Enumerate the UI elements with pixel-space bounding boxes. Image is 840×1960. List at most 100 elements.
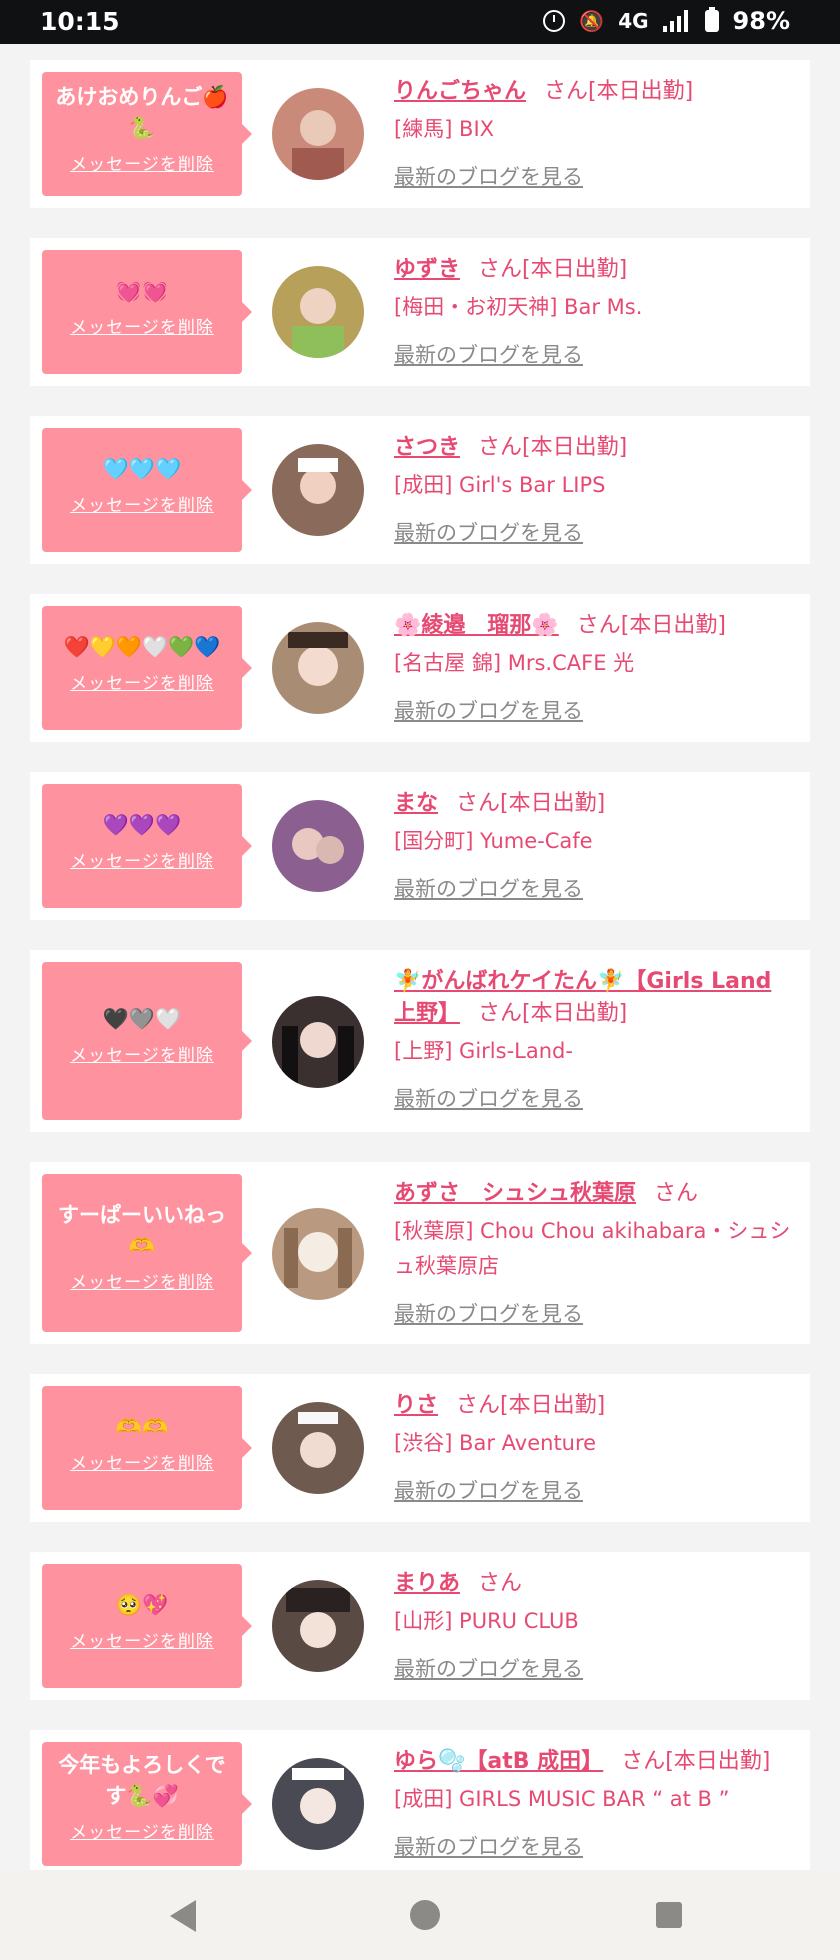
profile-name-link[interactable]: りさ — [394, 1393, 438, 1418]
network-type: 4G — [618, 9, 649, 33]
status-text: さん[本日出勤] — [621, 1749, 771, 1774]
message-text: 💜💜💜 — [102, 813, 182, 837]
avatar[interactable] — [272, 800, 364, 892]
avatar[interactable] — [272, 622, 364, 714]
shop-name: [成田] Girl's Bar LIPS — [394, 473, 606, 497]
message-text: すーぱーいいねっ🫶 — [58, 1203, 226, 1258]
message-bubble: 🥺💖 メッセージを削除 — [42, 1564, 252, 1688]
delete-message-link[interactable]: メッセージを削除 — [42, 1268, 242, 1293]
profile-info: りさ さん[本日出勤] [渋谷] Bar Aventure 最新のブログを見る — [394, 1390, 794, 1505]
message-text: 🖤🩶🤍 — [102, 1007, 182, 1031]
latest-blog-link[interactable]: 最新のブログを見る — [394, 1298, 794, 1328]
status-time: 10:15 — [40, 7, 120, 36]
profile-name-link[interactable]: ゆずき — [394, 257, 460, 282]
message-text: 💓💓 — [115, 279, 169, 303]
latest-blog-link[interactable]: 最新のブログを見る — [394, 161, 794, 191]
vibrate-off-icon: 🔕 — [579, 9, 605, 33]
message-bubble: 💜💜💜 メッセージを削除 — [42, 784, 252, 908]
navigation-bar — [0, 1870, 840, 1960]
status-text: さん[本日出勤] — [544, 79, 694, 104]
status-text: さん[本日出勤] — [478, 257, 628, 282]
profile-info: 🧚がんばれケイたん🧚【Girls Land 上野】 さん[本日出勤] [上野] G… — [394, 966, 794, 1113]
message-list[interactable]: あけおめりんご🍎🐍 メッセージを削除 りんごちゃん さん[本日出勤] [練馬] B… — [0, 44, 840, 1870]
shop-name: [練馬] BIX — [394, 117, 495, 141]
status-text: さん — [478, 1571, 523, 1596]
delete-message-link[interactable]: メッセージを削除 — [42, 150, 242, 175]
message-text: 🩵🩵🩵 — [102, 457, 182, 481]
latest-blog-link[interactable]: 最新のブログを見る — [394, 873, 794, 903]
message-text: 🥺💖 — [115, 1593, 169, 1617]
message-text: あけおめりんご🍎🐍 — [55, 85, 229, 140]
message-card: あけおめりんご🍎🐍 メッセージを削除 りんごちゃん さん[本日出勤] [練馬] B… — [30, 60, 810, 208]
message-card: ❤️💛🧡🤍💚💙 メッセージを削除 🌸綾邉 瑠那🌸 さん[本日出勤] [名古屋 錦]… — [30, 594, 810, 742]
shop-name: [渋谷] Bar Aventure — [394, 1431, 597, 1455]
battery-icon — [704, 7, 719, 32]
latest-blog-link[interactable]: 最新のブログを見る — [394, 1083, 794, 1113]
status-text: さん[本日出勤] — [456, 791, 606, 816]
delete-message-link[interactable]: メッセージを削除 — [42, 669, 242, 694]
message-card: 🫶🫶 メッセージを削除 りさ さん[本日出勤] [渋谷] Bar Aventure… — [30, 1374, 810, 1522]
profile-name-link[interactable]: さつき — [394, 435, 460, 460]
message-bubble: 🫶🫶 メッセージを削除 — [42, 1386, 252, 1510]
profile-info: ゆずき さん[本日出勤] [梅田・お初天神] Bar Ms. 最新のブログを見る — [394, 254, 794, 369]
message-bubble: 🖤🩶🤍 メッセージを削除 — [42, 962, 252, 1120]
profile-name-link[interactable]: まりあ — [394, 1571, 460, 1596]
avatar[interactable] — [272, 996, 364, 1088]
avatar[interactable] — [272, 1402, 364, 1494]
status-icons: 🔕 4G 98% — [543, 7, 790, 35]
message-card: 💜💜💜 メッセージを削除 まな さん[本日出勤] [国分町] Yume-Cafe … — [30, 772, 810, 920]
shop-name: [秋葉原] Chou Chou akihabara・シュシュ秋葉原店 — [394, 1219, 791, 1278]
latest-blog-link[interactable]: 最新のブログを見る — [394, 1831, 794, 1861]
delete-message-link[interactable]: メッセージを削除 — [42, 313, 242, 338]
profile-info: まな さん[本日出勤] [国分町] Yume-Cafe 最新のブログを見る — [394, 788, 794, 903]
message-bubble: 今年もよろしくです🐍💞 メッセージを削除 — [42, 1742, 252, 1866]
signal-icon — [662, 10, 691, 32]
shop-name: [山形] PURU CLUB — [394, 1609, 579, 1633]
avatar[interactable] — [272, 444, 364, 536]
profile-info: さつき さん[本日出勤] [成田] Girl's Bar LIPS 最新のブログを… — [394, 432, 794, 547]
message-card: 💓💓 メッセージを削除 ゆずき さん[本日出勤] [梅田・お初天神] Bar Ms… — [30, 238, 810, 386]
message-bubble: 💓💓 メッセージを削除 — [42, 250, 252, 374]
message-bubble: 🩵🩵🩵 メッセージを削除 — [42, 428, 252, 552]
delete-message-link[interactable]: メッセージを削除 — [42, 1627, 242, 1652]
latest-blog-link[interactable]: 最新のブログを見る — [394, 517, 794, 547]
message-text: ❤️💛🧡🤍💚💙 — [63, 635, 221, 659]
delete-message-link[interactable]: メッセージを削除 — [42, 1818, 242, 1843]
latest-blog-link[interactable]: 最新のブログを見る — [394, 339, 794, 369]
recent-apps-icon[interactable] — [656, 1902, 682, 1928]
avatar[interactable] — [272, 88, 364, 180]
status-bar: 10:15 🔕 4G 98% — [0, 0, 840, 44]
latest-blog-link[interactable]: 最新のブログを見る — [394, 1475, 794, 1505]
message-card: 今年もよろしくです🐍💞 メッセージを削除 ゆら🫧【atB 成田】 さん[本日出勤]… — [30, 1730, 810, 1870]
avatar[interactable] — [272, 1208, 364, 1300]
delete-message-link[interactable]: メッセージを削除 — [42, 1449, 242, 1474]
latest-blog-link[interactable]: 最新のブログを見る — [394, 1653, 794, 1683]
status-text: さん[本日出勤] — [478, 435, 628, 460]
profile-name-link[interactable]: ゆら🫧【atB 成田】 — [394, 1749, 603, 1774]
message-card: すーぱーいいねっ🫶 メッセージを削除 あずさ シュシュ秋葉原 さん [秋葉原] C… — [30, 1162, 810, 1344]
avatar[interactable] — [272, 1580, 364, 1672]
message-card: 🩵🩵🩵 メッセージを削除 さつき さん[本日出勤] [成田] Girl's Bar… — [30, 416, 810, 564]
profile-name-link[interactable]: まな — [394, 791, 438, 816]
delete-message-link[interactable]: メッセージを削除 — [42, 1041, 242, 1066]
profile-name-link[interactable]: あずさ シュシュ秋葉原 — [394, 1181, 636, 1206]
shop-name: [梅田・お初天神] Bar Ms. — [394, 295, 643, 319]
back-icon[interactable] — [170, 1900, 196, 1932]
message-bubble: すーぱーいいねっ🫶 メッセージを削除 — [42, 1174, 252, 1332]
profile-name-link[interactable]: りんごちゃん — [394, 79, 526, 104]
delete-message-link[interactable]: メッセージを削除 — [42, 847, 242, 872]
latest-blog-link[interactable]: 最新のブログを見る — [394, 695, 794, 725]
status-text: さん — [654, 1181, 699, 1206]
message-card: 🥺💖 メッセージを削除 まりあ さん [山形] PURU CLUB 最新のブログを… — [30, 1552, 810, 1700]
message-text: 🫶🫶 — [115, 1415, 169, 1439]
profile-info: ゆら🫧【atB 成田】 さん[本日出勤] [成田] GIRLS MUSIC BAR… — [394, 1746, 794, 1861]
home-icon[interactable] — [410, 1900, 440, 1930]
message-bubble: あけおめりんご🍎🐍 メッセージを削除 — [42, 72, 252, 196]
profile-name-link[interactable]: 🌸綾邉 瑠那🌸 — [394, 613, 559, 638]
shop-name: [国分町] Yume-Cafe — [394, 829, 593, 853]
profile-info: 🌸綾邉 瑠那🌸 さん[本日出勤] [名古屋 錦] Mrs.CAFE 光 最新のブロ… — [394, 610, 794, 725]
avatar[interactable] — [272, 1758, 364, 1850]
shop-name: [成田] GIRLS MUSIC BAR “ at B ” — [394, 1787, 730, 1811]
delete-message-link[interactable]: メッセージを削除 — [42, 491, 242, 516]
avatar[interactable] — [272, 266, 364, 358]
